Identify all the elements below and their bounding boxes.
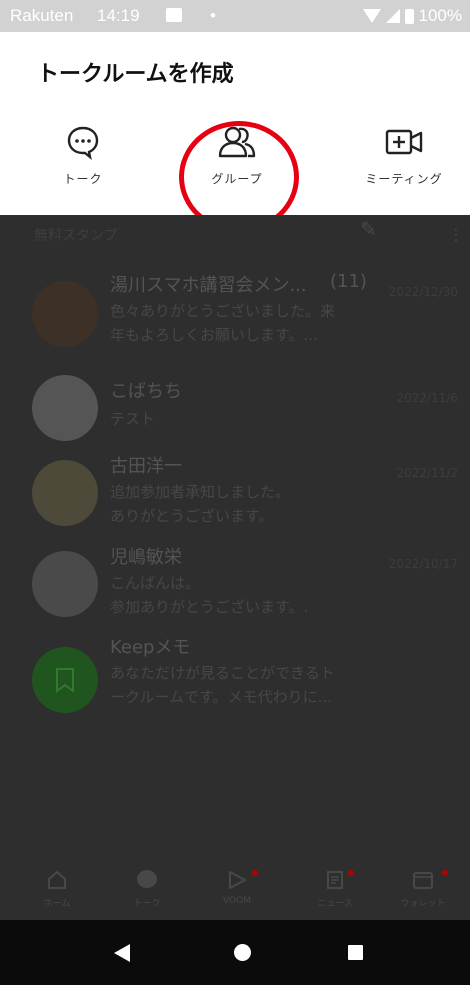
chat-name: こばちち (110, 381, 182, 402)
sheet-title: トークルームを作成 (37, 62, 234, 87)
create-talkroom-sheet: トークルームを作成 トーク グループ ミーティング (0, 32, 470, 233)
tab-news[interactable]: ニュース (300, 868, 370, 909)
battery-level: 100% (418, 6, 462, 25)
talk-option-label: トーク (63, 172, 103, 186)
chat-row[interactable]: こばちち 2022/11/6 テスト (0, 375, 470, 455)
chat-row[interactable]: Keepメモ あなただけが見ることができるト ークルームです。メモ代わりに... (0, 633, 470, 723)
home-icon (48, 870, 66, 889)
recent-apps-icon[interactable] (348, 945, 363, 960)
tab-wallet[interactable]: ウォレット (388, 868, 458, 909)
wifi-icon (362, 9, 381, 23)
chat-name: Keepメモ (110, 637, 191, 658)
clock: 14:19 (97, 6, 140, 25)
wallet-badge (442, 870, 448, 876)
news-icon (327, 871, 343, 889)
avatar (32, 551, 98, 617)
system-nav-bar (0, 920, 470, 985)
tab-home-label: ホーム (43, 899, 71, 909)
battery-icon (404, 8, 414, 24)
chat-member-count: (11) (330, 271, 367, 292)
avatar (32, 375, 98, 441)
image-notification-icon (166, 8, 182, 22)
status-icons: 100% (362, 6, 462, 26)
avatar (32, 281, 98, 347)
chat-preview-line1: あなただけが見ることができるト (110, 664, 335, 682)
dimmed-chat-list[interactable]: 無料スタンプ ✎ ⋮ 湯川スマホ講習会メン... (11) 2022/12/30… (0, 215, 470, 895)
chat-preview-line1: 追加参加者承知しました。 (110, 483, 291, 501)
meeting-option-button[interactable]: ミーティング (334, 124, 470, 187)
chat-date: 2022/10/17 (388, 557, 458, 571)
chat-date: 2022/12/30 (388, 285, 458, 299)
tab-home[interactable]: ホーム (22, 868, 92, 909)
free-stickers-label: 無料スタンプ (34, 228, 118, 244)
chat-row[interactable]: 湯川スマホ講習会メン... (11) 2022/12/30 色々ありがとうござい… (0, 265, 470, 355)
tab-voom[interactable]: VOOM (202, 868, 272, 906)
chat-date: 2022/11/2 (396, 466, 458, 480)
talk-option-button[interactable]: トーク (13, 124, 153, 187)
tab-talk-label: トーク (133, 899, 161, 909)
tab-news-label: ニュース (317, 899, 353, 909)
chat-preview-line2: ありがとうございます。 (110, 507, 274, 525)
home-circle-icon[interactable] (234, 944, 251, 961)
tab-wallet-label: ウォレット (400, 899, 446, 909)
chat-preview-line1: こんばんは。 (110, 574, 201, 592)
sticker-icon: ✎ (360, 217, 377, 241)
chat-name: 湯川スマホ講習会メン... (110, 275, 307, 296)
chat-preview-line2: 年もよろしくお願いします。... (110, 326, 318, 344)
tab-talk[interactable]: トーク (112, 868, 182, 909)
chat-row[interactable]: 児嶋敏栄 2022/10/17 こんばんは。 参加ありがとうございます。. (0, 543, 470, 633)
chat-preview-line1: テスト (110, 410, 156, 428)
bottom-tab-bar: ホーム トーク VOOM ニュース ウォレット (0, 860, 470, 920)
news-badge (348, 870, 354, 876)
chat-preview-line2: ークルームです。メモ代わりに... (110, 688, 332, 706)
talk-icon (137, 870, 157, 888)
wallet-icon (413, 872, 433, 889)
chat-row[interactable]: 古田洋一 2022/11/2 追加参加者承知しました。 ありがとうございます。 (0, 452, 470, 542)
chat-preview-line1: 色々ありがとうございました。来 (110, 302, 336, 320)
notification-dot: • (210, 6, 216, 25)
chat-name: 児嶋敏栄 (110, 547, 182, 568)
back-icon[interactable] (114, 944, 130, 962)
carrier-label: Rakuten (10, 6, 74, 25)
chat-date: 2022/11/6 (396, 391, 458, 405)
signal-icon (385, 9, 400, 23)
chat-bubble-icon (67, 126, 99, 160)
chat-name: 古田洋一 (110, 456, 182, 477)
voom-icon (229, 871, 246, 889)
avatar (32, 460, 98, 526)
tab-voom-label: VOOM (223, 896, 251, 906)
avatar (32, 647, 98, 713)
video-add-icon (385, 129, 423, 155)
voom-badge (252, 870, 258, 876)
more-icon: ⋮ (448, 225, 464, 244)
meeting-option-label: ミーティング (365, 172, 443, 186)
status-bar: Rakuten 14:19 • 100% (0, 0, 470, 32)
chat-preview-line2: 参加ありがとうございます。. (110, 598, 309, 616)
bookmark-icon (56, 668, 74, 693)
